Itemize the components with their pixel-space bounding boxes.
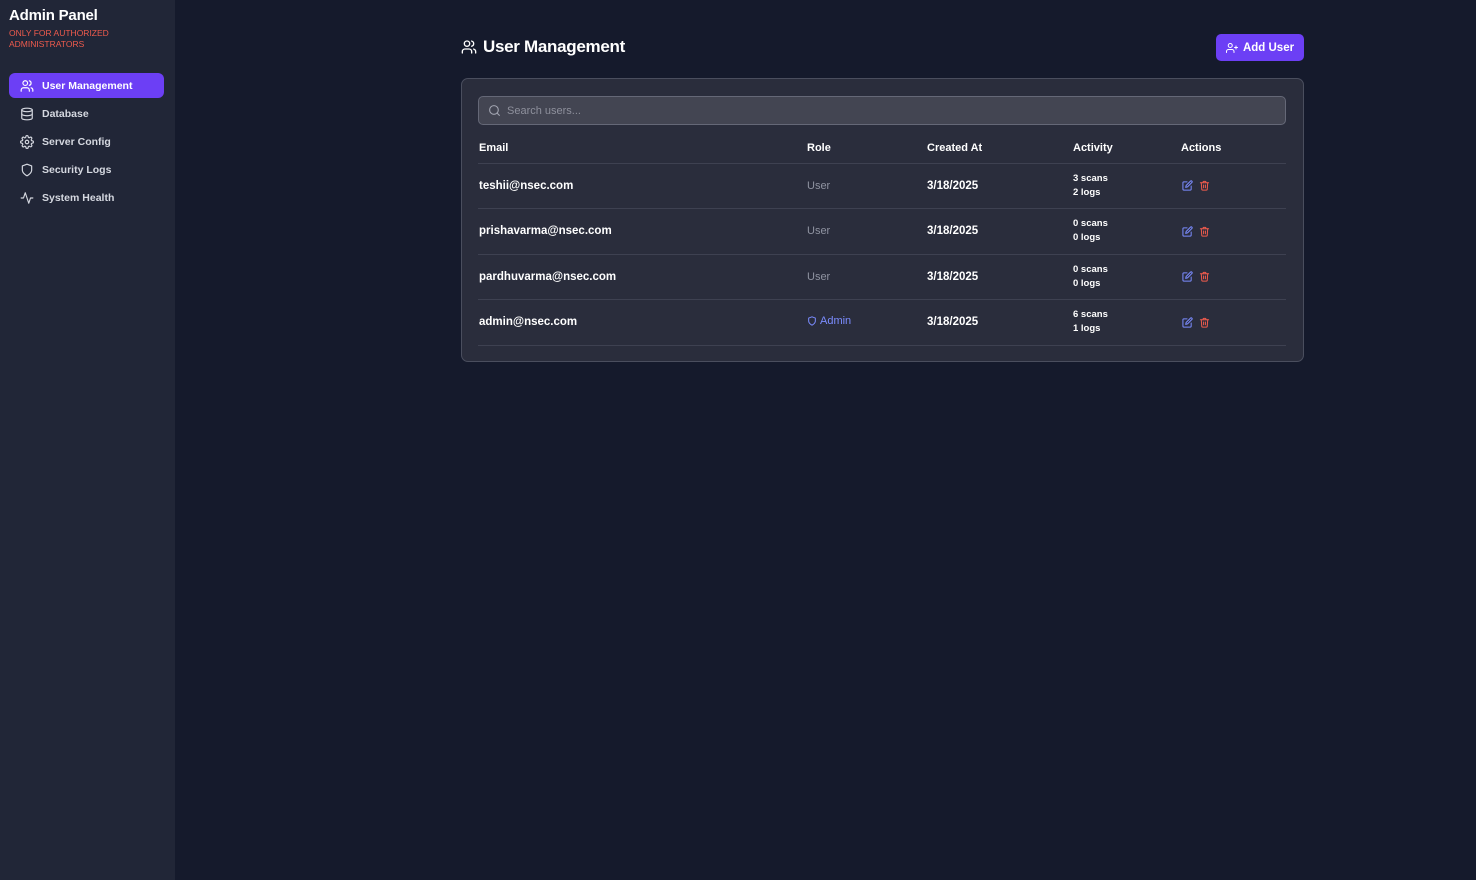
- trash-icon[interactable]: [1198, 316, 1210, 328]
- edit-icon[interactable]: [1181, 271, 1193, 283]
- brand: Admin Panel ONLY FOR AUTHORIZED ADMINIST…: [0, 0, 175, 50]
- sidebar-item-label: Security Logs: [42, 163, 112, 176]
- table-row: teshii@nsec.com User 3/18/2025 3 scans 2…: [478, 163, 1286, 209]
- gear-icon: [20, 134, 34, 149]
- sidebar-item-security-logs[interactable]: Security Logs: [9, 157, 164, 182]
- users-table: Email Role Created At Activity Actions t…: [478, 134, 1286, 346]
- trash-icon[interactable]: [1198, 225, 1210, 237]
- sidebar-item-user-management[interactable]: User Management: [9, 73, 164, 98]
- app-subtitle: ONLY FOR AUTHORIZED ADMINISTRATORS: [9, 28, 109, 49]
- user-activity: 0 scans 0 logs: [1072, 208, 1180, 255]
- user-role: User: [806, 254, 926, 300]
- table-row: pardhuvarma@nsec.com User 3/18/2025 0 sc…: [478, 254, 1286, 300]
- page-title-group: User Management: [461, 37, 625, 57]
- user-email: prishavarma@nsec.com: [478, 208, 806, 255]
- user-email: teshii@nsec.com: [478, 163, 806, 209]
- admin-role-label: Admin: [820, 315, 852, 328]
- column-header-activity[interactable]: Activity: [1072, 134, 1180, 164]
- add-user-button[interactable]: Add User: [1216, 34, 1304, 61]
- user-created-at: 3/18/2025: [926, 163, 1072, 209]
- sidebar: Admin Panel ONLY FOR AUTHORIZED ADMINIST…: [0, 0, 175, 880]
- user-role: Admin: [806, 299, 926, 346]
- search-box: [478, 96, 1286, 125]
- user-created-at: 3/18/2025: [926, 208, 1072, 255]
- column-header-created-at[interactable]: Created At: [926, 134, 1072, 164]
- user-created-at: 3/18/2025: [926, 299, 1072, 346]
- sidebar-item-label: User Management: [42, 79, 133, 92]
- page-header: User Management Add User: [461, 34, 1304, 62]
- column-header-email[interactable]: Email: [478, 134, 806, 164]
- user-actions: [1180, 254, 1286, 300]
- sidebar-nav: User Management Database Server Config S…: [9, 73, 164, 213]
- search-icon: [489, 105, 500, 116]
- log-count: 1 logs: [1073, 323, 1101, 335]
- sidebar-item-label: System Health: [42, 191, 115, 204]
- search-input[interactable]: [507, 104, 1267, 117]
- user-plus-icon: [1225, 42, 1238, 53]
- sidebar-item-server-config[interactable]: Server Config: [9, 129, 164, 154]
- sidebar-item-label: Server Config: [42, 135, 111, 148]
- user-activity: 0 scans 0 logs: [1072, 254, 1180, 300]
- user-role: User: [806, 208, 926, 255]
- user-activity: 6 scans 1 logs: [1072, 299, 1180, 346]
- trash-icon[interactable]: [1198, 271, 1210, 283]
- users-icon: [461, 40, 477, 54]
- user-activity: 3 scans 2 logs: [1072, 163, 1180, 209]
- column-header-role[interactable]: Role: [806, 134, 926, 164]
- database-icon: [20, 107, 34, 121]
- log-count: 0 logs: [1073, 232, 1101, 244]
- sidebar-item-database[interactable]: Database: [9, 101, 164, 126]
- trash-icon[interactable]: [1198, 180, 1210, 192]
- scan-count: 6 scans: [1073, 309, 1108, 321]
- edit-icon[interactable]: [1181, 180, 1193, 192]
- user-email: pardhuvarma@nsec.com: [478, 254, 806, 300]
- user-actions: [1180, 299, 1286, 346]
- user-role: User: [806, 163, 926, 209]
- log-count: 0 logs: [1073, 277, 1101, 289]
- sidebar-item-label: Database: [42, 107, 89, 120]
- table-header-row: Email Role Created At Activity Actions: [478, 134, 1286, 164]
- user-created-at: 3/18/2025: [926, 254, 1072, 300]
- scan-count: 3 scans: [1073, 172, 1108, 184]
- table-row: prishavarma@nsec.com User 3/18/2025 0 sc…: [478, 208, 1286, 255]
- user-email: admin@nsec.com: [478, 299, 806, 346]
- shield-icon: [808, 316, 816, 326]
- app-title: Admin Panel: [9, 7, 98, 24]
- sidebar-item-system-health[interactable]: System Health: [9, 185, 164, 210]
- scan-count: 0 scans: [1073, 263, 1108, 275]
- edit-icon[interactable]: [1181, 225, 1193, 237]
- edit-icon[interactable]: [1181, 316, 1193, 328]
- users-card: Email Role Created At Activity Actions t…: [461, 78, 1304, 362]
- scan-count: 0 scans: [1073, 218, 1108, 230]
- users-icon: [20, 79, 34, 93]
- activity-icon: [20, 191, 34, 205]
- shield-icon: [20, 163, 34, 177]
- user-actions: [1180, 208, 1286, 255]
- add-user-label: Add User: [1242, 41, 1295, 54]
- log-count: 2 logs: [1073, 186, 1101, 198]
- table-row: admin@nsec.com Admin 3/18/2025 6 scans 1…: [478, 299, 1286, 346]
- page-title: User Management: [483, 37, 625, 56]
- user-actions: [1180, 163, 1286, 209]
- column-header-actions: Actions: [1180, 134, 1286, 164]
